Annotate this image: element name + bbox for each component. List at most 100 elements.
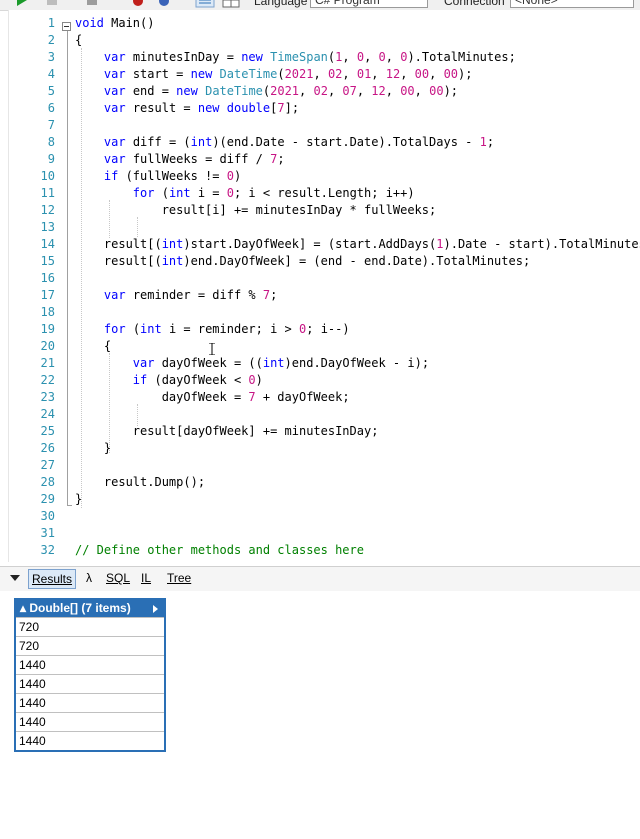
- code-line: 11 for (int i = 0; i < result.Length; i+…: [9, 185, 640, 202]
- stop-button[interactable]: [84, 0, 100, 8]
- table-row: 1440: [16, 731, 164, 750]
- code-line: 10 if (fullWeeks != 0): [9, 168, 640, 185]
- code-line: 30: [9, 508, 640, 525]
- line-number: 23: [40, 390, 55, 404]
- rich-text-results-button[interactable]: [195, 0, 215, 8]
- debug-bug-button[interactable]: [130, 0, 146, 8]
- tab-results[interactable]: Results: [28, 569, 77, 589]
- line-number: 14: [40, 237, 55, 251]
- line-number: 2: [47, 33, 55, 47]
- line-number: 1: [47, 16, 55, 30]
- code-text: var end = new DateTime(2021, 02, 07, 12,…: [103, 84, 459, 98]
- debug-bug-step-button[interactable]: [156, 0, 172, 8]
- line-number: 27: [40, 458, 55, 472]
- line-number: 18: [40, 305, 55, 319]
- line-number: 29: [40, 492, 55, 506]
- code-text: var start = new DateTime(2021, 02, 01, 1…: [103, 67, 473, 81]
- code-line: 24: [9, 406, 640, 423]
- results-tab-bar: Results λ SQL IL Tree: [0, 566, 640, 591]
- line-number: 22: [40, 373, 55, 387]
- code-text: // Define other methods and classes here: [75, 543, 364, 557]
- code-line: 17 var reminder = diff % 7;: [9, 287, 640, 304]
- code-editor[interactable]: 1 void Main() 2{3 var minutesInDay = new…: [8, 10, 640, 562]
- pause-button[interactable]: [44, 0, 60, 8]
- code-text: }: [75, 492, 83, 506]
- table-row: 1440: [16, 693, 164, 712]
- line-number: 24: [40, 407, 55, 421]
- collapse-results-icon[interactable]: [10, 575, 20, 581]
- line-number: 5: [47, 84, 55, 98]
- fold-collapse-icon[interactable]: [62, 22, 71, 31]
- code-line: 4 var start = new DateTime(2021, 02, 01,…: [9, 66, 640, 83]
- connection-label: Connection: [444, 0, 505, 8]
- code-text: var result = new double[7];: [103, 101, 300, 115]
- line-number: 17: [40, 288, 55, 302]
- run-button[interactable]: [14, 0, 30, 8]
- table-row: 720: [16, 636, 164, 655]
- language-select[interactable]: C# Program: [310, 0, 428, 8]
- code-line: 2{: [9, 32, 640, 49]
- connection-select[interactable]: <None>: [510, 0, 634, 8]
- line-number: 20: [40, 339, 55, 353]
- line-number: 3: [47, 50, 55, 64]
- line-number: 11: [40, 186, 55, 200]
- code-line: 20 {: [9, 338, 640, 355]
- line-number: 19: [40, 322, 55, 336]
- code-line: 22 if (dayOfWeek < 0): [9, 372, 640, 389]
- code-text: dayOfWeek = 7 + dayOfWeek;: [75, 390, 350, 404]
- text-cursor-icon: [209, 340, 215, 356]
- code-text: result.Dump();: [75, 475, 206, 489]
- code-text: var reminder = diff % 7;: [103, 288, 278, 302]
- code-text: void Main(): [75, 16, 155, 30]
- code-text: var dayOfWeek = ((int)end.DayOfWeek - i)…: [132, 356, 430, 370]
- code-line: 21 var dayOfWeek = ((int)end.DayOfWeek -…: [9, 355, 640, 372]
- code-text: if (dayOfWeek < 0): [132, 373, 263, 387]
- line-number: 30: [40, 509, 55, 523]
- grid-results-button[interactable]: [222, 0, 240, 8]
- code-text: result[i] += minutesInDay * fullWeeks;: [75, 203, 437, 217]
- line-number: 9: [47, 152, 55, 166]
- code-line: 6 var result = new double[7];: [9, 100, 640, 117]
- code-text: }: [75, 441, 112, 455]
- line-number: 12: [40, 203, 55, 217]
- table-row: 1440: [16, 712, 164, 731]
- code-line: 15 result[(int)end.DayOfWeek] = (end - e…: [9, 253, 640, 270]
- code-line: 18: [9, 304, 640, 321]
- code-line: 27: [9, 457, 640, 474]
- bug-icon: [133, 0, 143, 6]
- code-line: 12 result[i] += minutesInDay * fullWeeks…: [9, 202, 640, 219]
- code-line: 26 }: [9, 440, 640, 457]
- code-text: {: [75, 33, 83, 47]
- code-line: 29}: [9, 491, 640, 508]
- code-text: result[(int)end.DayOfWeek] = (end - end.…: [75, 254, 531, 268]
- line-number: 28: [40, 475, 55, 489]
- code-line: 32 // Define other methods and classes he…: [9, 542, 640, 559]
- line-number: 32: [40, 543, 55, 557]
- code-line: 13: [9, 219, 640, 236]
- grid-icon: [222, 0, 240, 8]
- code-text: var diff = (int)(end.Date - start.Date).…: [103, 135, 495, 149]
- line-number: 7: [47, 118, 55, 132]
- code-line: 7: [9, 117, 640, 134]
- code-text: result[dayOfWeek] += minutesInDay;: [75, 424, 379, 438]
- collapse-arrow-icon[interactable]: ▴: [20, 601, 29, 615]
- tab-sql[interactable]: SQL: [106, 571, 130, 585]
- bug-step-icon: [159, 0, 169, 6]
- code-text: var fullWeeks = diff / 7;: [103, 152, 285, 166]
- code-text: for (int i = 0; i < result.Length; i++): [132, 186, 415, 200]
- chevron-right-icon[interactable]: [153, 605, 158, 613]
- code-line: 25 result[dayOfWeek] += minutesInDay;: [9, 423, 640, 440]
- tab-il[interactable]: IL: [141, 571, 151, 585]
- line-number: 25: [40, 424, 55, 438]
- tab-lambda[interactable]: λ: [86, 571, 92, 585]
- play-icon: [17, 0, 27, 6]
- tab-tree[interactable]: Tree: [167, 571, 191, 585]
- code-text: if (fullWeeks != 0): [103, 169, 242, 183]
- line-number: 15: [40, 254, 55, 268]
- line-number: 10: [40, 169, 55, 183]
- table-row: 720: [16, 617, 164, 636]
- code-line: 8 var diff = (int)(end.Date - start.Date…: [9, 134, 640, 151]
- code-line: 5 var end = new DateTime(2021, 02, 07, 1…: [9, 83, 640, 100]
- results-table-header[interactable]: ▴ Double[] (7 items): [16, 600, 164, 617]
- results-table: ▴ Double[] (7 items) 720 720 1440 1440 1…: [14, 598, 166, 752]
